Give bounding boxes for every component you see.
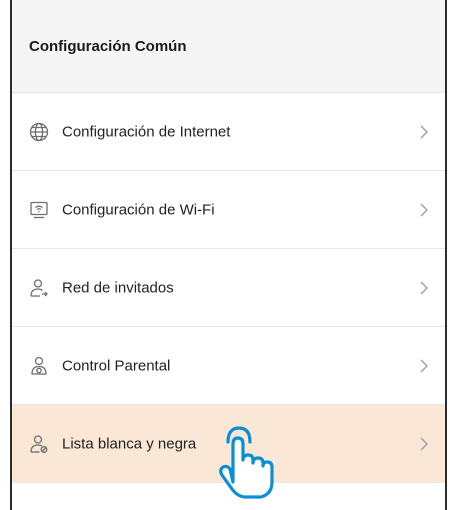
wifi-monitor-icon <box>29 200 49 220</box>
chevron-right-icon <box>420 437 428 450</box>
menu-item-label: Configuración de Wi-Fi <box>62 201 215 218</box>
menu-item-guest-network[interactable]: Red de invitados <box>12 249 445 327</box>
menu-item-label: Configuración de Internet <box>62 123 231 140</box>
chevron-right-icon <box>420 281 428 294</box>
menu-item-label: Red de invitados <box>62 279 174 296</box>
guest-user-icon <box>29 278 49 298</box>
user-list-icon <box>29 434 49 454</box>
tap-hand-icon <box>219 426 274 499</box>
chevron-right-icon <box>420 203 428 216</box>
menu-item-internet-settings[interactable]: Configuración de Internet <box>12 93 445 171</box>
menu-item-label: Lista blanca y negra <box>62 435 197 452</box>
section-header: Configuración Común <box>12 0 445 93</box>
chevron-right-icon <box>420 125 428 138</box>
globe-icon <box>29 122 49 142</box>
parental-control-icon <box>29 356 49 376</box>
menu-item-wifi-settings[interactable]: Configuración de Wi-Fi <box>12 171 445 249</box>
chevron-right-icon <box>420 359 428 372</box>
section-title: Configuración Común <box>29 37 187 55</box>
menu-item-label: Control Parental <box>62 357 171 374</box>
menu-item-parental-control[interactable]: Control Parental <box>12 327 445 405</box>
